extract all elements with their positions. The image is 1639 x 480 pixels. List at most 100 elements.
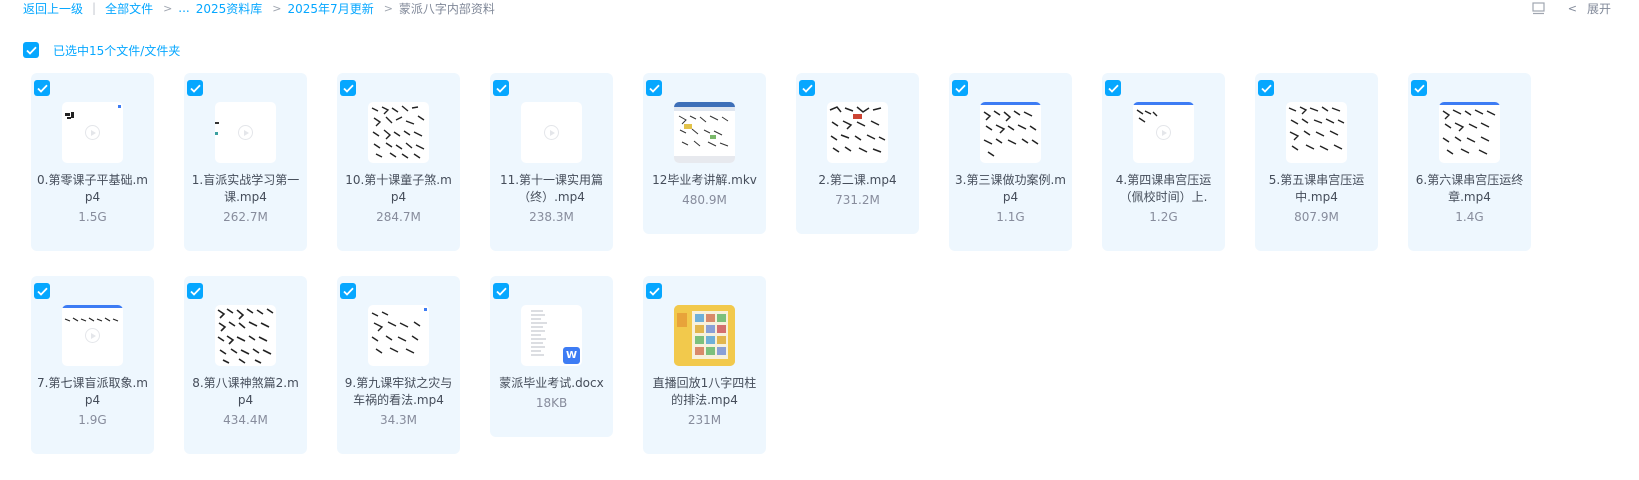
file-size: 1.1G	[996, 210, 1025, 224]
file-card[interactable]: 5.第五课串宫压运中.mp4 807.9M	[1255, 73, 1378, 251]
breadcrumb: 返回上一级 | 全部文件 > ... 2025资料库 > 2025年7月更新 >…	[23, 0, 495, 16]
file-name: 7.第七课盲派取象.mp4	[37, 376, 148, 407]
play-icon	[85, 328, 100, 343]
file-size: 807.9M	[1294, 210, 1339, 224]
video-thumbnail	[62, 305, 123, 366]
play-icon	[1156, 125, 1171, 140]
file-checkbox[interactable]	[1258, 80, 1274, 96]
file-size: 731.2M	[835, 193, 880, 207]
video-thumbnail	[521, 102, 582, 163]
file-size: 1.4G	[1455, 210, 1484, 224]
breadcrumb-all-files[interactable]: 全部文件	[105, 0, 153, 17]
file-card[interactable]: 2.第二课.mp4 731.2M	[796, 73, 919, 234]
file-card[interactable]: W 蒙派毕业考试.docx 18KB	[490, 276, 613, 437]
file-size: 1.5G	[78, 210, 107, 224]
file-name: 蒙派毕业考试.docx	[499, 376, 604, 390]
chevron-right-icon: >	[163, 1, 173, 15]
video-thumbnail	[215, 102, 276, 163]
file-name: 8.第八课神煞篇2.mp4	[192, 376, 299, 407]
file-checkbox[interactable]	[1105, 80, 1121, 96]
file-checkbox[interactable]	[493, 80, 509, 96]
chevron-left-icon[interactable]: <	[1568, 2, 1577, 15]
play-icon	[544, 125, 559, 140]
file-size: 34.3M	[379, 413, 418, 427]
file-name: 4.第四课串宫压运（佩校时间）上.	[1115, 173, 1212, 204]
top-bar: 返回上一级 | 全部文件 > ... 2025资料库 > 2025年7月更新 >…	[0, 0, 1639, 20]
document-thumbnail: W	[521, 305, 582, 366]
file-checkbox[interactable]	[187, 283, 203, 299]
video-thumbnail	[1133, 102, 1194, 163]
file-size: 480.9M	[682, 193, 727, 207]
file-size: 284.7M	[376, 210, 421, 224]
breadcrumb-folder-2025[interactable]: 2025资料库	[196, 0, 263, 17]
file-card[interactable]: 直播回放1八字四柱的排法.mp4 231M	[643, 276, 766, 454]
file-checkbox[interactable]	[340, 80, 356, 96]
video-thumbnail	[1439, 102, 1500, 163]
file-checkbox[interactable]	[34, 283, 50, 299]
expand-button[interactable]: 展开	[1587, 0, 1611, 17]
file-name: 2.第二课.mp4	[818, 173, 897, 187]
file-card[interactable]: 1.盲派实战学习第一课.mp4 262.7M	[184, 73, 307, 251]
breadcrumb-folder-july[interactable]: 2025年7月更新	[288, 0, 374, 17]
file-checkbox[interactable]	[340, 283, 356, 299]
play-icon	[85, 125, 100, 140]
selection-bar: 已选中15个文件/文件夹	[23, 41, 180, 59]
file-card[interactable]: 9.第九课牢狱之灾与车祸的看法.mp4 34.3M	[337, 276, 460, 454]
file-card[interactable]: 12毕业考讲解.mkv 480.9M	[643, 73, 766, 234]
video-thumbnail	[215, 305, 276, 366]
file-card[interactable]: 4.第四课串宫压运（佩校时间）上. 1.2G	[1102, 73, 1225, 251]
file-card[interactable]: 10.第十课童子煞.mp4 284.7M	[337, 73, 460, 251]
file-name: 1.盲派实战学习第一课.mp4	[191, 173, 300, 204]
file-size: 238.3M	[529, 210, 574, 224]
file-size: 262.7M	[223, 210, 268, 224]
file-card[interactable]: 3.第三课做功案例.mp4 1.1G	[949, 73, 1072, 251]
video-thumbnail	[62, 102, 123, 163]
video-thumbnail	[674, 102, 735, 163]
file-name: 0.第零课子平基础.mp4	[37, 173, 148, 204]
file-card[interactable]: 0.第零课子平基础.mp4 1.5G	[31, 73, 154, 251]
file-name: 3.第三课做功案例.mp4	[955, 173, 1066, 204]
layout-icon[interactable]	[1532, 1, 1546, 15]
view-tools: < 展开	[1532, 0, 1611, 16]
file-checkbox[interactable]	[34, 80, 50, 96]
chevron-right-icon: >	[272, 1, 282, 15]
file-name: 6.第六课串宫压运终章.mp4	[1415, 173, 1524, 204]
file-name: 直播回放1八字四柱的排法.mp4	[652, 376, 757, 407]
play-icon	[238, 125, 253, 140]
file-size: 231M	[687, 413, 722, 427]
file-checkbox[interactable]	[799, 80, 815, 96]
video-thumbnail	[980, 102, 1041, 163]
file-size: 18KB	[535, 396, 568, 410]
word-doc-icon: W	[563, 347, 580, 364]
file-checkbox[interactable]	[1411, 80, 1427, 96]
file-card[interactable]: 8.第八课神煞篇2.mp4 434.4M	[184, 276, 307, 454]
file-name: 5.第五课串宫压运中.mp4	[1268, 173, 1365, 204]
file-checkbox[interactable]	[493, 283, 509, 299]
file-size: 1.2G	[1149, 210, 1178, 224]
breadcrumb-ellipsis[interactable]: ...	[178, 1, 189, 15]
file-name: 12毕业考讲解.mkv	[652, 173, 757, 187]
video-thumbnail	[368, 102, 429, 163]
file-card[interactable]: 7.第七课盲派取象.mp4 1.9G	[31, 276, 154, 454]
file-checkbox[interactable]	[646, 283, 662, 299]
select-all-checkbox[interactable]	[23, 42, 39, 58]
file-card[interactable]: 11.第十一课实用篇（终）.mp4 238.3M	[490, 73, 613, 251]
file-checkbox[interactable]	[952, 80, 968, 96]
selection-count: 已选中15个文件/文件夹	[53, 43, 181, 58]
file-size: 434.4M	[223, 413, 268, 427]
file-name: 11.第十一课实用篇（终）.mp4	[499, 173, 604, 204]
video-thumbnail	[1286, 102, 1347, 163]
video-thumbnail	[674, 305, 735, 366]
chevron-right-icon: >	[383, 1, 393, 15]
file-checkbox[interactable]	[646, 80, 662, 96]
file-name: 9.第九课牢狱之灾与车祸的看法.mp4	[344, 376, 453, 407]
file-checkbox[interactable]	[187, 80, 203, 96]
breadcrumb-separator: |	[92, 1, 97, 15]
file-card[interactable]: 6.第六课串宫压运终章.mp4 1.4G	[1408, 73, 1531, 251]
back-link[interactable]: 返回上一级	[23, 0, 83, 17]
video-thumbnail	[827, 102, 888, 163]
file-size: 1.9G	[78, 413, 107, 427]
file-name: 10.第十课童子煞.mp4	[345, 173, 452, 204]
video-thumbnail	[368, 305, 429, 366]
breadcrumb-current: 蒙派八字内部资料	[398, 1, 495, 16]
